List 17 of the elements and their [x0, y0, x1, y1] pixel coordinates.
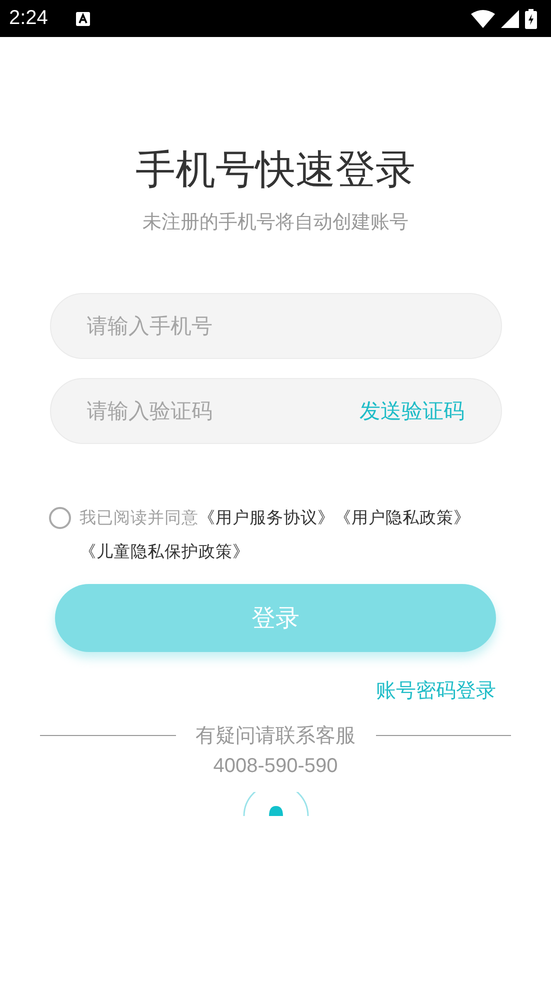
page-subtitle: 未注册的手机号将自动创建账号 — [142, 210, 408, 235]
status-time: 2:24 — [9, 7, 48, 30]
notification-icon — [76, 12, 90, 26]
support-phone: 4008-590-590 — [213, 755, 338, 778]
agreement-text: 我已阅读并同意《用户服务协议》《用户隐私政策》《儿童隐私保护政策》 — [80, 507, 472, 563]
phone-input-field[interactable]: 请输入手机号 — [50, 293, 502, 359]
service-icon[interactable] — [242, 792, 308, 816]
password-login-link[interactable]: 账号密码登录 — [376, 677, 496, 704]
wifi-icon — [471, 10, 495, 28]
code-input-field[interactable]: 请输入验证码 发送验证码 — [50, 378, 502, 444]
page-title: 手机号快速登录 — [136, 146, 416, 195]
battery-icon — [525, 8, 537, 28]
send-code-link[interactable]: 发送验证码 — [360, 397, 464, 425]
agreement-checkbox[interactable] — [48, 507, 70, 529]
support-label: 有疑问请联系客服 — [196, 722, 356, 749]
signal-icon — [501, 10, 519, 28]
login-button[interactable]: 登录 — [55, 584, 496, 652]
